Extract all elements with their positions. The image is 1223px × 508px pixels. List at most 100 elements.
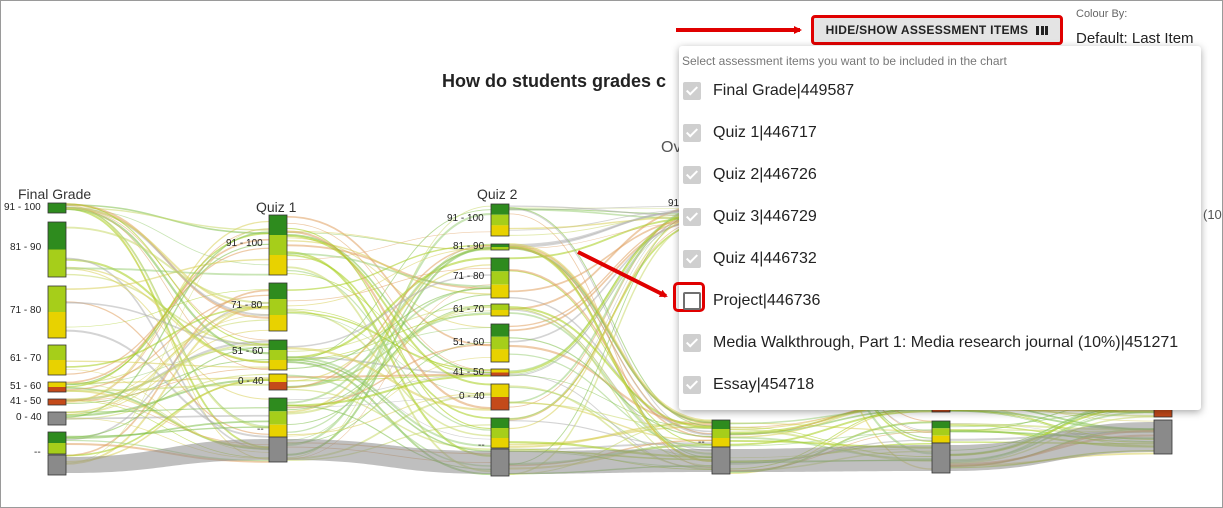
band-label: 81 - 90 <box>10 242 42 253</box>
checkbox-unchecked[interactable] <box>683 292 701 310</box>
sankey-node-segment <box>48 399 66 405</box>
assessment-item-essay[interactable]: Essay|454718 <box>679 364 1201 406</box>
sankey-node-segment <box>491 204 509 215</box>
sankey-node-segment <box>269 350 287 360</box>
colour-by-label: Colour By: <box>1076 8 1128 20</box>
hide-show-assessment-items-button[interactable]: HIDE/SHOW ASSESSMENT ITEMS <box>811 15 1063 45</box>
checkbox-checked[interactable] <box>683 250 701 268</box>
band-label: 71 - 80 <box>10 305 42 316</box>
sankey-node-segment <box>491 449 509 476</box>
assessment-item-media-walkthrough[interactable]: Media Walkthrough, Part 1: Media researc… <box>679 322 1201 364</box>
sankey-flow-no-grade <box>509 449 712 474</box>
assessment-item-quiz-3[interactable]: Quiz 3|446729 <box>679 196 1201 238</box>
sankey-node-segment <box>269 437 287 462</box>
assessment-item-label: Quiz 4|446732 <box>713 250 817 267</box>
page-title: How do students grades c <box>442 71 667 91</box>
sankey-node-segment <box>712 420 730 429</box>
sankey-node-segment <box>48 432 66 443</box>
band-label: -- <box>257 424 264 435</box>
axis-label-quiz-1: Quiz 1 <box>256 199 297 215</box>
sankey-node-segment <box>1154 420 1172 454</box>
axis4-bottom-band-label: -- <box>698 437 705 448</box>
sankey-node-segment <box>712 447 730 474</box>
assessment-item-quiz-4[interactable]: Quiz 4|446732 <box>679 238 1201 280</box>
band-label: 71 - 80 <box>231 300 263 311</box>
sankey-node-segment <box>491 214 509 226</box>
sankey-node-segment <box>48 203 66 213</box>
band-label: 81 - 90 <box>453 241 485 252</box>
sankey-node-segment <box>491 418 509 428</box>
sankey-node-segment <box>932 443 950 473</box>
sankey-node-segment <box>491 428 509 438</box>
sankey-flow-no-grade <box>287 439 491 474</box>
annotation-arrow-checkbox <box>577 250 668 298</box>
checkbox-checked[interactable] <box>683 166 701 184</box>
sankey-node-segment <box>269 283 287 299</box>
band-label: 61 - 70 <box>10 353 42 364</box>
sankey-node-segment <box>491 310 509 316</box>
sankey-node-segment <box>491 244 509 247</box>
assessment-item-label: Media Walkthrough, Part 1: Media researc… <box>713 334 1179 351</box>
sankey-node-segment <box>48 387 66 392</box>
sankey-node-segment <box>491 225 509 236</box>
sankey-node-segment <box>48 360 66 375</box>
band-label: 71 - 80 <box>453 271 485 282</box>
checkbox-checked[interactable] <box>683 208 701 226</box>
band-label: 0 - 40 <box>16 412 42 423</box>
assessment-items-dropdown: Select assessment items you want to be i… <box>673 46 1201 410</box>
sankey-node-segment <box>712 438 730 447</box>
band-label: 0 - 40 <box>238 376 264 387</box>
sankey-node-segment <box>48 249 66 277</box>
band-label: 91 - 100 <box>447 213 484 224</box>
checkbox-checked[interactable] <box>683 82 701 100</box>
sankey-node-segment <box>932 435 950 443</box>
right-axis-label-fragment: (10 <box>1203 207 1222 222</box>
band-label: -- <box>34 447 41 458</box>
assessment-item-quiz-1[interactable]: Quiz 1|446717 <box>679 112 1201 154</box>
sankey-flow-no-grade <box>730 445 932 472</box>
sankey-node-segment <box>491 372 509 376</box>
sankey-node-segment <box>48 443 66 454</box>
assessment-item-final-grade[interactable]: Final Grade|449587 <box>679 70 1201 112</box>
sankey-node-segment <box>491 324 509 337</box>
colour-by-select[interactable]: Default: Last Item <box>1076 30 1194 47</box>
sankey-node-segment <box>48 382 66 387</box>
sankey-node-segment <box>48 312 66 338</box>
checkbox-checked[interactable] <box>683 124 701 142</box>
sankey-node-segment <box>269 299 287 315</box>
sankey-node-segment <box>48 222 66 250</box>
band-label: 0 - 40 <box>459 391 485 402</box>
band-label: 61 - 70 <box>453 304 485 315</box>
hide-show-button-label: HIDE/SHOW ASSESSMENT ITEMS <box>825 23 1029 37</box>
sankey-node-segment <box>491 284 509 298</box>
checkbox-checked[interactable] <box>683 376 701 394</box>
band-label: 51 - 60 <box>10 381 42 392</box>
sankey-node-segment <box>491 247 509 250</box>
assessment-item-project[interactable]: Project|446736 <box>673 280 1201 322</box>
assessment-item-label: Quiz 3|446729 <box>713 208 817 225</box>
checkbox-checked[interactable] <box>683 334 701 352</box>
sankey-node-segment <box>269 382 287 390</box>
band-label: -- <box>478 440 485 451</box>
axis-label-final-grade: Final Grade <box>18 186 92 202</box>
sankey-node-segment <box>269 398 287 412</box>
sankey-node-segment <box>932 421 950 429</box>
assessment-item-label: Essay|454718 <box>713 376 815 393</box>
sankey-node-segment <box>269 374 287 382</box>
assessment-item-quiz-2[interactable]: Quiz 2|446726 <box>679 154 1201 196</box>
band-label: 51 - 60 <box>232 346 264 357</box>
sankey-node-segment <box>48 455 66 475</box>
sankey-node-segment <box>48 286 66 312</box>
band-label: 41 - 50 <box>10 396 42 407</box>
sankey-node-segment <box>491 349 509 362</box>
sankey-flow <box>65 206 270 310</box>
assessment-item-label: Final Grade|449587 <box>713 82 855 99</box>
sankey-node-segment <box>48 412 66 425</box>
sankey-node-segment <box>269 340 287 350</box>
sankey-node-segment <box>269 360 287 370</box>
assessment-item-label: Project|446736 <box>713 292 821 309</box>
sankey-node-segment <box>491 369 509 373</box>
sankey-node-segment <box>269 235 287 255</box>
sankey-node-segment <box>269 255 287 275</box>
sankey-node-segment <box>491 258 509 272</box>
